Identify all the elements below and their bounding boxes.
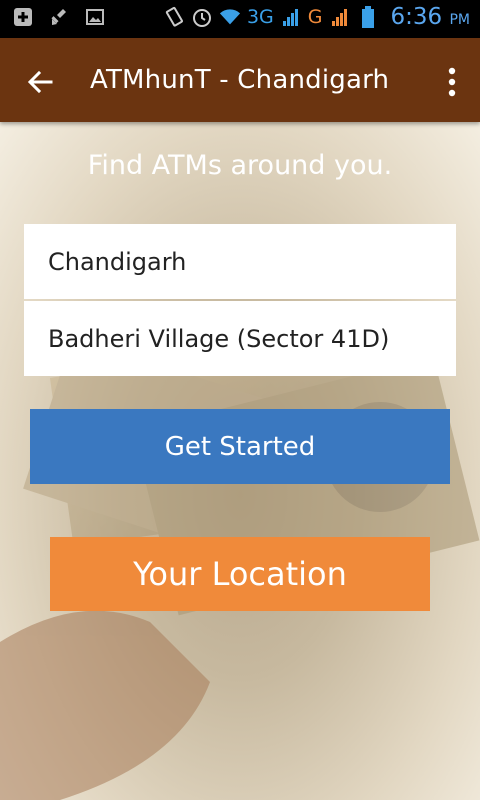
wifi-icon (219, 6, 241, 28)
app-title: ATMhunT - Chandigarh (90, 65, 390, 95)
back-button[interactable] (18, 60, 62, 104)
vibrate-icon (163, 6, 185, 28)
tagline: Find ATMs around you. (87, 150, 393, 181)
system-icons: 3G G 6:36 PM (163, 4, 470, 30)
add-notification-icon (12, 6, 34, 28)
area-field[interactable]: Badheri Village (Sector 41D) (24, 301, 456, 376)
overflow-menu-button[interactable] (442, 60, 462, 104)
network-3g-label: 3G (246, 6, 274, 28)
clock-ampm: PM (449, 12, 470, 28)
get-started-button[interactable]: Get Started (30, 409, 450, 484)
status-bar: 3G G 6:36 PM (0, 0, 480, 38)
cleaner-icon (48, 6, 70, 28)
image-icon (84, 6, 106, 28)
alarm-icon (191, 6, 213, 28)
city-field[interactable]: Chandigarh (24, 224, 456, 299)
your-location-button[interactable]: Your Location (50, 537, 430, 611)
signal-2-icon (329, 6, 351, 28)
main-content: Find ATMs around you. Chandigarh Badheri… (0, 122, 480, 800)
clock: 6:36 PM (391, 4, 471, 30)
action-bar: ATMhunT - Chandigarh (0, 38, 480, 122)
arrow-back-icon (27, 70, 53, 94)
more-vert-icon (448, 67, 456, 97)
signal-icon (280, 6, 302, 28)
network-g-label: G (307, 6, 323, 28)
clock-time: 6:36 (390, 4, 443, 30)
notification-icons (12, 6, 106, 28)
battery-icon (357, 6, 379, 28)
